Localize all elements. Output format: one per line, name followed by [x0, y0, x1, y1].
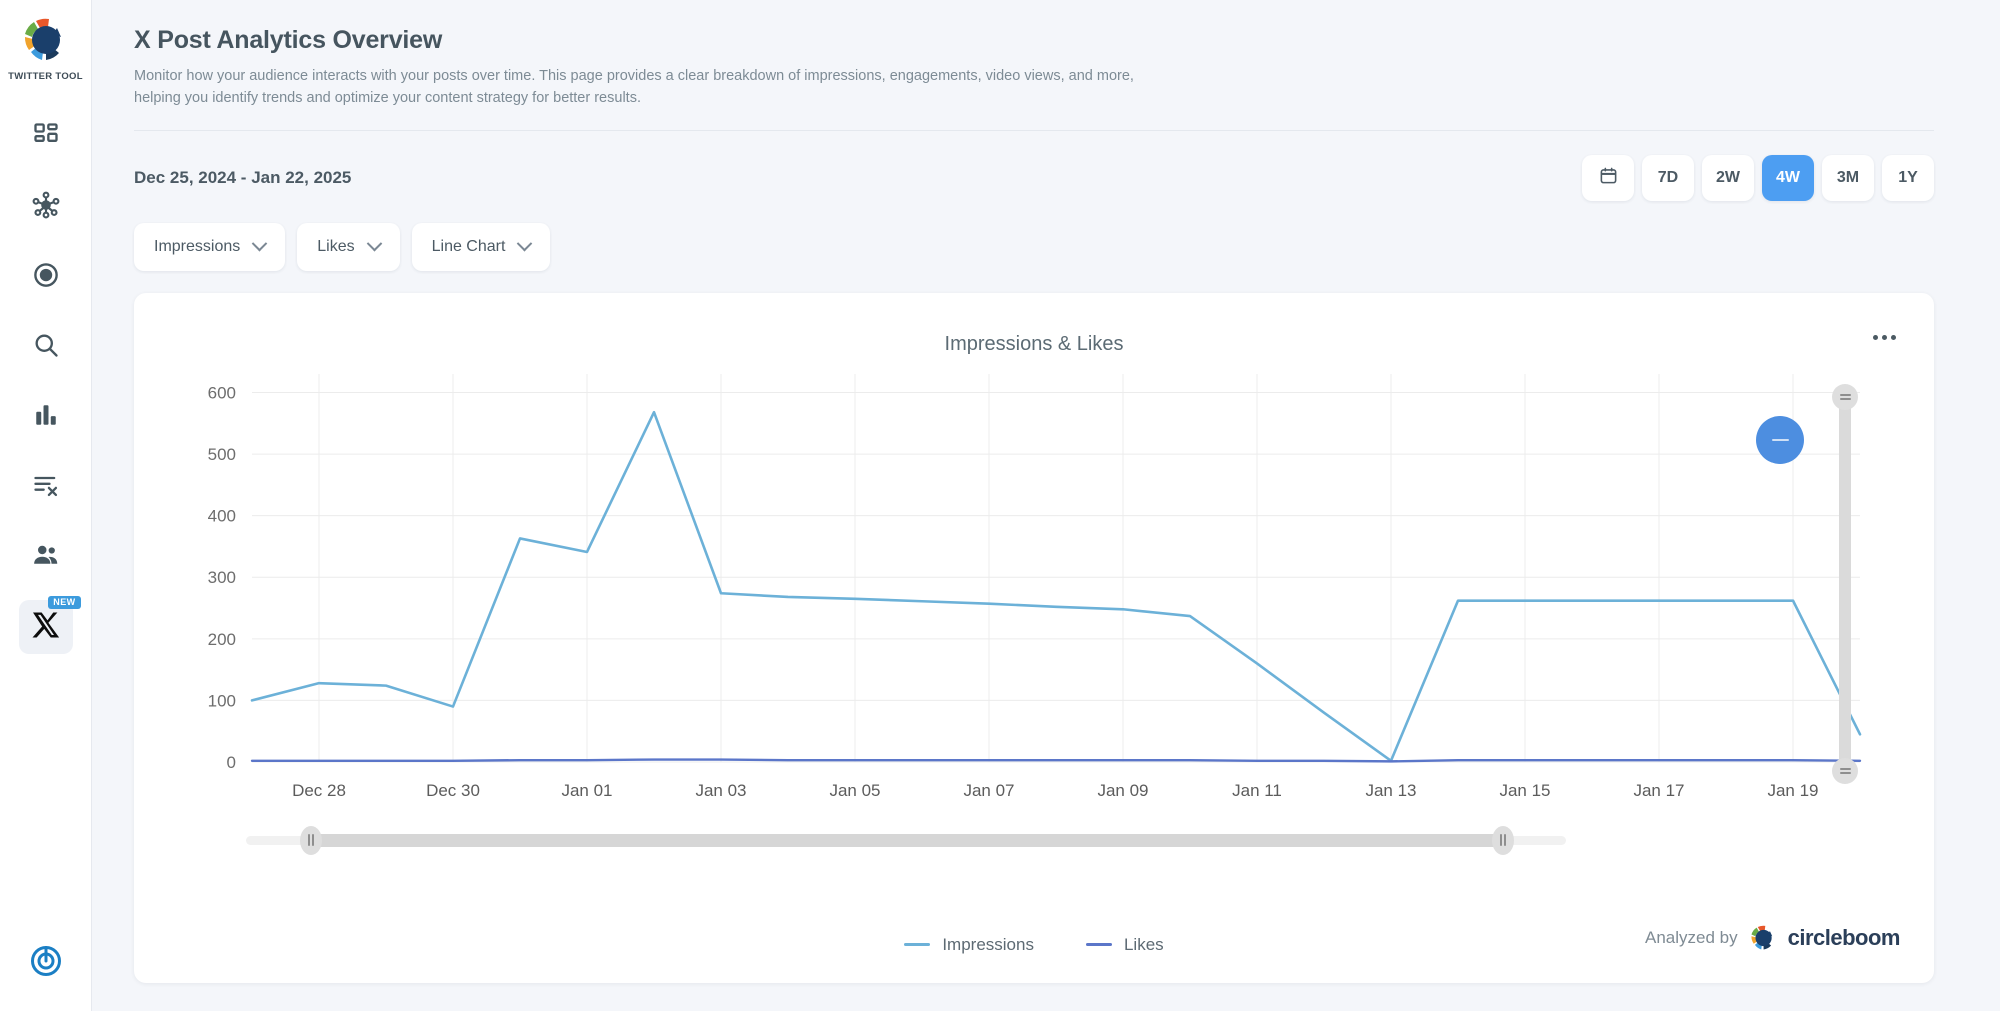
horizontal-slider-selection[interactable]	[310, 834, 1502, 847]
svg-text:0: 0	[227, 753, 236, 772]
minus-icon	[1772, 439, 1789, 442]
sidebar: TWITTER TOOL	[0, 0, 92, 1011]
chart-type-dropdown[interactable]: Line Chart	[412, 223, 551, 271]
range-controls-row: Dec 25, 2024 - Jan 22, 2025 7D 2W 4W 3M …	[134, 155, 1934, 201]
period-button-4w[interactable]: 4W	[1762, 155, 1814, 201]
vertical-range-slider[interactable]	[1832, 384, 1858, 784]
main-content: X Post Analytics Overview Monitor how yo…	[92, 0, 2000, 1011]
svg-text:500: 500	[208, 445, 236, 464]
circleboom-logo-icon	[29, 944, 63, 978]
svg-text:Jan 07: Jan 07	[963, 781, 1014, 800]
circleboom-logo-icon	[19, 14, 71, 66]
calendar-button[interactable]	[1582, 155, 1634, 201]
circleboom-logo-icon	[1748, 923, 1778, 953]
period-button-1y[interactable]: 1Y	[1882, 155, 1934, 201]
page-title: X Post Analytics Overview	[134, 26, 1934, 55]
horizontal-slider-handle-right[interactable]	[1492, 826, 1514, 855]
zoom-out-button[interactable]	[1756, 416, 1804, 464]
brand-name: TWITTER TOOL	[8, 71, 83, 82]
sidebar-item-x-tool[interactable]: NEW	[19, 600, 73, 654]
vertical-slider-handle-bottom[interactable]	[1832, 758, 1858, 784]
period-button-7d[interactable]: 7D	[1642, 155, 1694, 201]
sidebar-item-analytics[interactable]	[19, 390, 73, 444]
sidebar-item-unfollow[interactable]	[19, 460, 73, 514]
chart-footer: Impressions Likes Analyzed by	[134, 935, 1934, 955]
period-button-2w[interactable]: 2W	[1702, 155, 1754, 201]
svg-text:Jan 19: Jan 19	[1767, 781, 1818, 800]
legend-item-likes[interactable]: Likes	[1086, 935, 1164, 955]
svg-text:300: 300	[208, 568, 236, 587]
chart-title: Impressions & Likes	[160, 333, 1908, 356]
sidebar-footer-logo[interactable]	[29, 944, 63, 983]
svg-text:Jan 01: Jan 01	[561, 781, 612, 800]
period-button-3m[interactable]: 3M	[1822, 155, 1874, 201]
vertical-slider-handle-top[interactable]	[1832, 384, 1858, 410]
svg-text:200: 200	[208, 630, 236, 649]
metric-primary-value: Impressions	[154, 238, 240, 256]
app-root: TWITTER TOOL	[0, 0, 2000, 1011]
bar-chart-icon	[33, 402, 59, 433]
svg-text:400: 400	[208, 507, 236, 526]
chart-type-value: Line Chart	[432, 238, 506, 256]
chevron-down-icon	[517, 236, 533, 252]
svg-text:Jan 15: Jan 15	[1499, 781, 1550, 800]
legend-swatch-likes	[1086, 943, 1112, 946]
svg-text:Jan 09: Jan 09	[1097, 781, 1148, 800]
metric-primary-dropdown[interactable]: Impressions	[134, 223, 285, 271]
x-logo-icon	[31, 610, 61, 645]
chart-legend: Impressions Likes	[904, 935, 1163, 955]
chevron-down-icon	[252, 236, 268, 252]
dashboard-grid-icon	[32, 121, 60, 154]
analyzed-by-text: Analyzed by	[1645, 928, 1738, 948]
chart-card: Impressions & Likes 0 100 200 300 400 500 600 D…	[134, 293, 1934, 983]
legend-label-likes: Likes	[1124, 935, 1164, 955]
svg-text:Jan 13: Jan 13	[1365, 781, 1416, 800]
filter-row: Impressions Likes Line Chart	[134, 223, 1934, 271]
svg-text:600: 600	[208, 383, 236, 402]
svg-text:Jan 17: Jan 17	[1633, 781, 1684, 800]
svg-text:Jan 03: Jan 03	[695, 781, 746, 800]
brand[interactable]: TWITTER TOOL	[8, 14, 83, 82]
new-badge: NEW	[48, 596, 80, 609]
line-chart-svg: 0 100 200 300 400 500 600 Dec 28 Dec 30 Jan 01 Jan…	[160, 364, 1920, 824]
list-remove-icon	[32, 471, 60, 504]
horizontal-slider-handle-left[interactable]	[300, 826, 322, 855]
legend-item-impressions[interactable]: Impressions	[904, 935, 1034, 955]
sidebar-item-target[interactable]	[19, 250, 73, 304]
svg-text:Jan 05: Jan 05	[829, 781, 880, 800]
more-options-icon[interactable]	[1873, 335, 1896, 340]
svg-text:Jan 11: Jan 11	[1232, 781, 1282, 800]
metric-secondary-value: Likes	[317, 238, 354, 256]
svg-text:Dec 28: Dec 28	[292, 781, 346, 800]
page-description: Monitor how your audience interacts with…	[134, 65, 1154, 110]
horizontal-range-slider[interactable]	[246, 826, 1566, 854]
sidebar-item-audience[interactable]	[19, 530, 73, 584]
sidebar-item-search[interactable]	[19, 320, 73, 374]
legend-label-impressions: Impressions	[942, 935, 1034, 955]
header-divider	[134, 130, 1934, 131]
chevron-down-icon	[366, 236, 382, 252]
vertical-slider-track[interactable]	[1839, 398, 1851, 770]
users-icon	[31, 540, 61, 575]
metric-secondary-dropdown[interactable]: Likes	[297, 223, 399, 271]
target-circle-icon	[31, 260, 61, 295]
network-hub-icon	[31, 190, 61, 225]
calendar-icon	[1599, 166, 1618, 190]
date-range-label: Dec 25, 2024 - Jan 22, 2025	[134, 168, 351, 188]
svg-text:Dec 30: Dec 30	[426, 781, 480, 800]
sidebar-item-dashboard[interactable]	[19, 110, 73, 164]
legend-swatch-impressions	[904, 943, 930, 946]
sidebar-item-network[interactable]	[19, 180, 73, 234]
svg-text:100: 100	[208, 691, 236, 710]
plot-area: 0 100 200 300 400 500 600 Dec 28 Dec 30 Jan 01 Jan…	[160, 364, 1908, 814]
search-icon	[32, 331, 60, 364]
sidebar-nav: NEW	[0, 110, 91, 670]
circleboom-wordmark: circleboom	[1788, 925, 1900, 951]
period-button-group: 7D 2W 4W 3M 1Y	[1582, 155, 1934, 201]
analyzed-by-footer: Analyzed by circleboom	[1645, 923, 1900, 953]
